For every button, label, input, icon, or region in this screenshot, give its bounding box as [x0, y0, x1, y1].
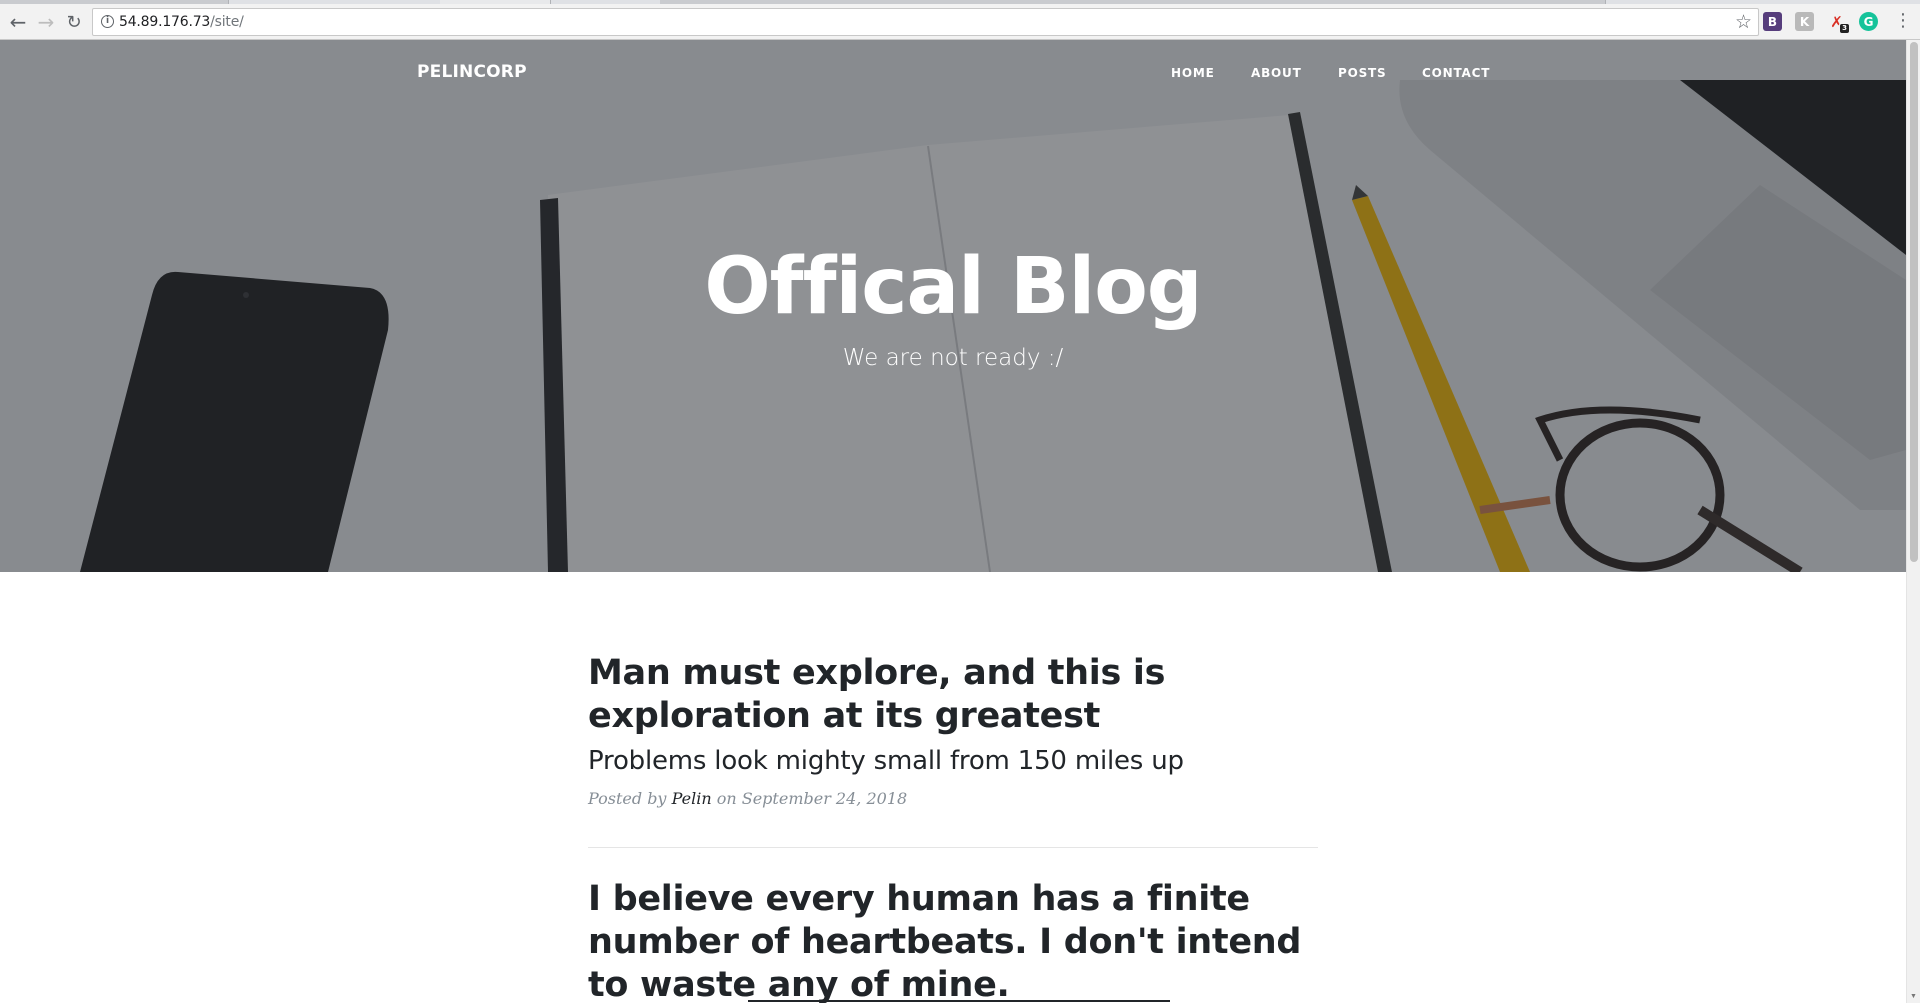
nav-link-home[interactable]: HOME: [1171, 66, 1215, 80]
post-meta-prefix: Posted by: [588, 789, 667, 808]
info-icon[interactable]: i: [101, 15, 114, 28]
url-host: 54.89.176.73: [119, 14, 211, 30]
bootstrap-extension-icon[interactable]: B: [1763, 12, 1782, 31]
arrow-right-icon[interactable]: →: [34, 10, 58, 34]
scroll-down-icon[interactable]: ▼: [1910, 993, 1917, 1000]
url-text[interactable]: 54.89.176.73/site/: [119, 14, 244, 30]
nav-link-contact[interactable]: CONTACT: [1422, 66, 1490, 80]
drag-selection-line: [748, 1000, 1170, 1002]
page-viewport: PELINCORP HOME ABOUT POSTS CONTACT Offic…: [0, 40, 1906, 1003]
reload-icon[interactable]: ↻: [62, 10, 86, 34]
navbar: PELINCORP HOME ABOUT POSTS CONTACT: [0, 40, 1906, 112]
post-title[interactable]: Man must explore, and this is exploratio…: [588, 652, 1318, 738]
page-subtitle: We are not ready :/: [842, 345, 1064, 371]
nav-link-posts[interactable]: POSTS: [1338, 66, 1386, 80]
post-author-link[interactable]: Pelin: [672, 789, 712, 808]
post-divider: [588, 847, 1318, 848]
star-icon[interactable]: ☆: [1735, 11, 1752, 33]
post-date: on September 24, 2018: [716, 789, 908, 808]
nav-link-about[interactable]: ABOUT: [1251, 66, 1302, 80]
scrollbar-thumb[interactable]: [1910, 42, 1918, 562]
grammarly-extension-icon[interactable]: G: [1859, 12, 1878, 31]
address-bar[interactable]: i 54.89.176.73/site/ ☆: [92, 8, 1759, 36]
brand-logo[interactable]: PELINCORP: [417, 62, 527, 82]
scrollbar[interactable]: ▼: [1906, 40, 1920, 1003]
kebab-menu-icon[interactable]: ⋮: [1894, 10, 1912, 31]
post-meta: Posted by Pelin on September 24, 2018: [588, 789, 1318, 808]
post-preview[interactable]: I believe every human has a finite numbe…: [588, 878, 1318, 1003]
post-preview[interactable]: Man must explore, and this is exploratio…: [588, 652, 1318, 808]
red-extension-icon[interactable]: ✗ 3: [1827, 12, 1849, 33]
extension-badge: 3: [1840, 24, 1849, 33]
k-extension-icon[interactable]: K: [1795, 12, 1814, 31]
arrow-left-icon[interactable]: ←: [6, 10, 30, 34]
page-title: Offical Blog: [704, 242, 1202, 332]
browser-toolbar: ← → ↻ i 54.89.176.73/site/ ☆ B K ✗ 3 G ⋮: [0, 4, 1920, 40]
masthead: PELINCORP HOME ABOUT POSTS CONTACT Offic…: [0, 40, 1906, 572]
post-title[interactable]: I believe every human has a finite numbe…: [588, 878, 1318, 1003]
post-subtitle[interactable]: Problems look mighty small from 150 mile…: [588, 746, 1318, 776]
url-path: /site/: [210, 14, 244, 30]
